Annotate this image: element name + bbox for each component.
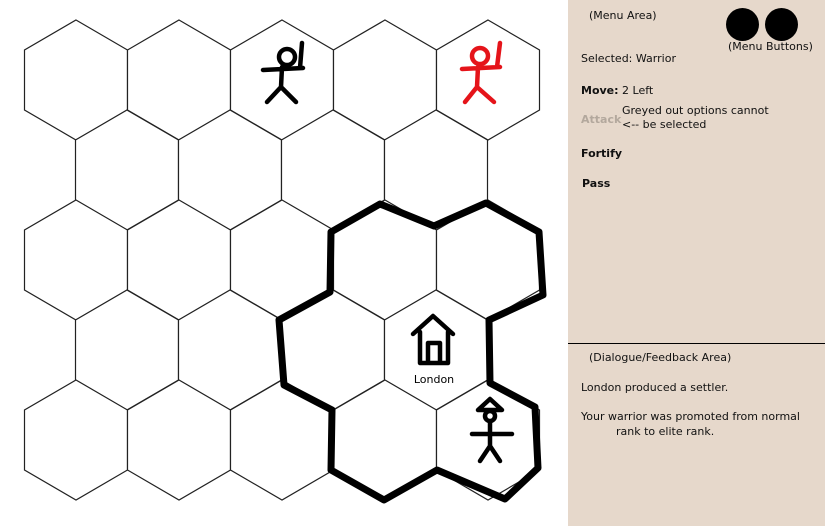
selected-unit-label: Selected: Warrior bbox=[581, 52, 676, 65]
fortify-option[interactable]: Fortify bbox=[581, 147, 622, 161]
menu-area-label: (Menu Area) bbox=[589, 9, 657, 22]
side-panel: (Menu Area) (Menu Buttons) Selected: War… bbox=[568, 0, 825, 526]
move-value: 2 Left bbox=[622, 84, 654, 97]
panel-divider bbox=[568, 343, 825, 344]
hex-map[interactable]: London bbox=[0, 0, 568, 526]
game-board[interactable]: London bbox=[0, 0, 568, 526]
menu-button-2[interactable] bbox=[765, 8, 798, 41]
city-name-label: London bbox=[414, 373, 454, 386]
dialogue-message: rank to elite rank. bbox=[616, 425, 715, 438]
greyed-note-line2: <-- be selected bbox=[622, 118, 707, 131]
move-label: Move: bbox=[581, 84, 619, 97]
dialogue-message: London produced a settler. bbox=[581, 381, 729, 394]
attack-option: Attack bbox=[581, 113, 622, 126]
dialogue-message: Your warrior was promoted from normal bbox=[581, 410, 800, 423]
move-row[interactable]: Move: 2 Left bbox=[581, 84, 653, 98]
menu-button-1[interactable] bbox=[726, 8, 759, 41]
greyed-note-line1: Greyed out options cannot bbox=[622, 104, 769, 117]
pass-option[interactable]: Pass bbox=[582, 177, 610, 191]
menu-buttons-label: (Menu Buttons) bbox=[728, 40, 813, 53]
dialogue-area-label: (Dialogue/Feedback Area) bbox=[589, 351, 732, 364]
